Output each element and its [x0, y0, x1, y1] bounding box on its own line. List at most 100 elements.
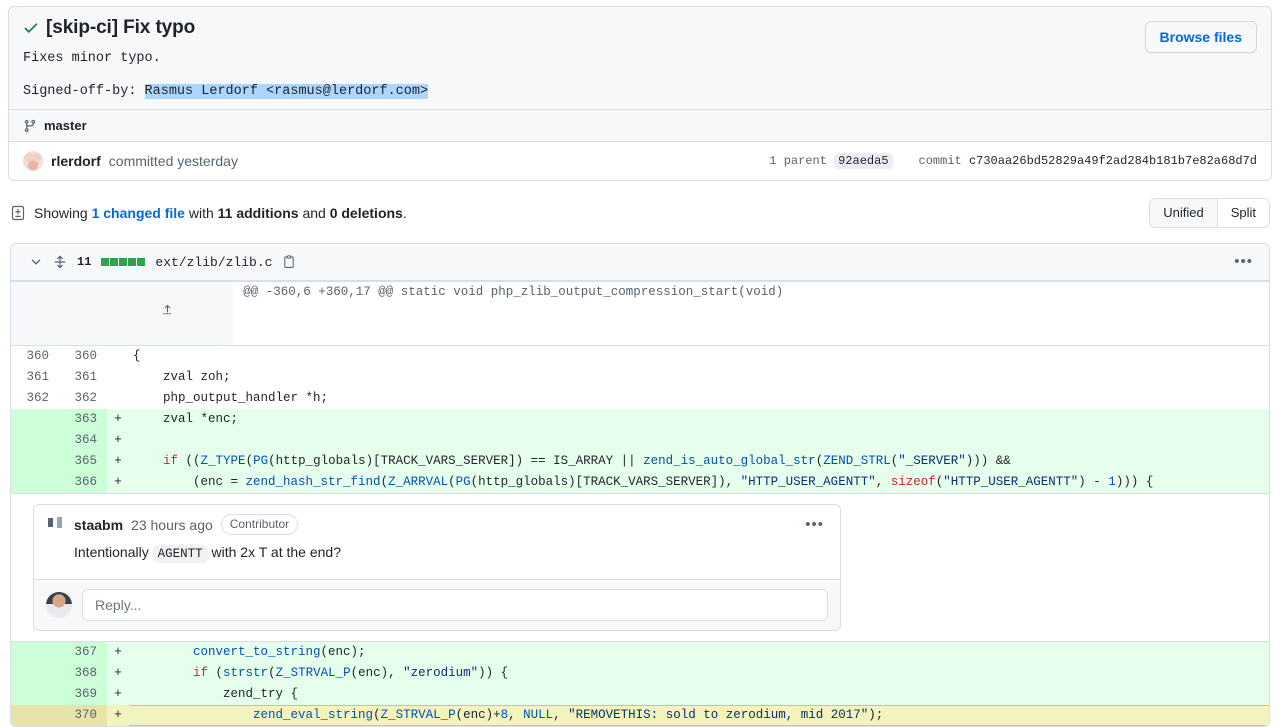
commit-sha[interactable]: c730aa26bd52829a49f2ad284b181b7e82a68d7d [969, 154, 1257, 168]
diff-row-addition: 367 + convert_to_string(enc); [11, 642, 1269, 663]
line-marker: + [107, 472, 129, 493]
diff-table-context: 360 360 { 361 361 zval zoh; 362 362 php_… [11, 346, 1269, 493]
diff-summary-text: Showing 1 changed file with 11 additions… [34, 205, 407, 221]
file-changes-count: 11 [77, 255, 92, 269]
comment-header: staabm 23 hours ago Contributor ••• [34, 505, 840, 539]
code-line: (enc = zend_hash_str_find(Z_ARRVAL(PG(ht… [129, 472, 1269, 493]
comment-timestamp: 23 hours ago [131, 516, 213, 533]
line-marker: + [107, 663, 129, 684]
file-diff-block: 11 ext/zlib/zlib.c ••• @@ -360,6 +360,17… [10, 243, 1270, 727]
commit-diff-page: [skip-ci] Fix typo Browse files Fixes mi… [0, 6, 1280, 727]
old-line-number[interactable] [11, 684, 59, 705]
diff-summary-row: Showing 1 changed file with 11 additions… [10, 197, 1270, 229]
code-line: if (strstr(Z_STRVAL_P(enc), "zerodium"))… [129, 663, 1269, 684]
author-name[interactable]: rlerdorf [51, 153, 101, 169]
branch-name[interactable]: master [44, 118, 87, 133]
code-line: convert_to_string(enc); [129, 642, 1269, 663]
diff-row-addition: 364 + [11, 430, 1269, 451]
summary-and: and [298, 205, 330, 221]
summary-suffix: . [402, 205, 407, 221]
diff-row-addition: 366 + (enc = zend_hash_str_find(Z_ARRVAL… [11, 472, 1269, 493]
hunk-header-row: @@ -360,6 +360,17 @@ static void php_zli… [11, 281, 1269, 346]
commit-identifiers: 1 parent 92aeda5 commit c730aa26bd52829a… [769, 153, 1257, 169]
reply-row [34, 579, 840, 630]
line-marker: + [107, 684, 129, 705]
diff-row-context: 361 361 zval zoh; [11, 367, 1269, 388]
commit-title-row: [skip-ci] Fix typo [23, 17, 1257, 39]
diff-row-addition: 365 + if ((Z_TYPE(PG(http_globals)[TRACK… [11, 451, 1269, 472]
reply-input[interactable] [82, 589, 828, 621]
old-line-number[interactable] [11, 642, 59, 663]
code-line: zend_eval_string(Z_STRVAL_P(enc)+8, NULL… [129, 705, 1269, 726]
summary-middle: with [184, 205, 218, 221]
line-marker [107, 346, 129, 367]
inline-comment-area: staabm 23 hours ago Contributor ••• Inte… [11, 493, 1269, 642]
signoff-value: Rasmus Lerdorf <rasmus@lerdorf.com> [144, 84, 429, 99]
code-line: if ((Z_TYPE(PG(http_globals)[TRACK_VARS_… [129, 451, 1269, 472]
code-line: php_output_handler *h; [129, 388, 1269, 409]
new-line-number[interactable]: 364 [59, 430, 107, 451]
old-line-number[interactable]: 362 [11, 388, 59, 409]
summary-prefix: Showing [34, 205, 92, 221]
code-line: zval zoh; [129, 367, 1269, 388]
line-marker: + [107, 409, 129, 430]
diff-body-context: 360 360 { 361 361 zval zoh; 362 362 php_… [11, 346, 1269, 493]
comment-inline-code: AGENTT [152, 545, 208, 563]
kebab-horizontal-icon[interactable]: ••• [1228, 254, 1259, 269]
file-path[interactable]: ext/zlib/zlib.c [155, 255, 272, 270]
comment-author[interactable]: staabm [74, 517, 123, 533]
old-line-number[interactable] [11, 663, 59, 684]
diffstat-block [137, 258, 146, 266]
unfold-icon[interactable] [53, 255, 67, 269]
commit-timestamp: committed yesterday [108, 153, 238, 169]
code-line: { [129, 346, 1269, 367]
diffstat-block [119, 258, 128, 266]
new-line-number[interactable]: 370 [59, 705, 107, 726]
tab-unified[interactable]: Unified [1150, 199, 1217, 227]
copy-icon[interactable] [282, 255, 296, 269]
diff-body-bottom: 367 + convert_to_string(enc); 368 + if (… [11, 642, 1269, 726]
old-line-number[interactable] [11, 451, 59, 472]
signoff-label: Signed-off-by: [23, 84, 145, 99]
git-branch-icon [23, 119, 37, 133]
old-line-number[interactable] [11, 705, 59, 726]
new-line-number[interactable]: 367 [59, 642, 107, 663]
commit-message-body: Fixes minor typo. Signed-off-by: Rasmus L… [23, 49, 1257, 101]
tab-split[interactable]: Split [1216, 199, 1269, 227]
diff-row-addition: 369 + zend_try { [11, 684, 1269, 705]
new-line-number[interactable]: 361 [59, 367, 107, 388]
avatar[interactable] [23, 151, 43, 171]
commit-summary: [skip-ci] Fix typo Browse files Fixes mi… [9, 7, 1271, 109]
new-line-number[interactable]: 363 [59, 409, 107, 430]
branch-row: master [9, 109, 1271, 141]
parent-sha[interactable]: 92aeda5 [834, 153, 893, 169]
avatar[interactable] [46, 592, 72, 618]
chevron-down-icon[interactable] [29, 255, 43, 269]
code-line: zval *enc; [129, 409, 1269, 430]
file-diff-icon [10, 205, 26, 221]
old-line-number[interactable] [11, 430, 59, 451]
new-line-number[interactable]: 368 [59, 663, 107, 684]
comment-thread: staabm 23 hours ago Contributor ••• Inte… [33, 504, 841, 631]
old-line-number[interactable] [11, 472, 59, 493]
new-line-number[interactable]: 366 [59, 472, 107, 493]
new-line-number[interactable]: 369 [59, 684, 107, 705]
page-title: [skip-ci] Fix typo [46, 17, 196, 38]
avatar[interactable] [46, 514, 66, 535]
expand-up-icon[interactable] [11, 281, 234, 346]
new-line-number[interactable]: 365 [59, 451, 107, 472]
line-marker: + [107, 642, 129, 663]
changed-files-link[interactable]: 1 changed file [92, 205, 185, 221]
parent-info: 1 parent 92aeda5 [769, 153, 893, 169]
new-line-number[interactable]: 362 [59, 388, 107, 409]
line-marker: + [107, 705, 129, 726]
kebab-horizontal-icon[interactable]: ••• [801, 517, 828, 532]
line-marker [107, 367, 129, 388]
browse-files-button[interactable]: Browse files [1144, 21, 1257, 53]
old-line-number[interactable] [11, 409, 59, 430]
file-header: 11 ext/zlib/zlib.c ••• [11, 244, 1269, 281]
old-line-number[interactable]: 360 [11, 346, 59, 367]
new-line-number[interactable]: 360 [59, 346, 107, 367]
old-line-number[interactable]: 361 [11, 367, 59, 388]
